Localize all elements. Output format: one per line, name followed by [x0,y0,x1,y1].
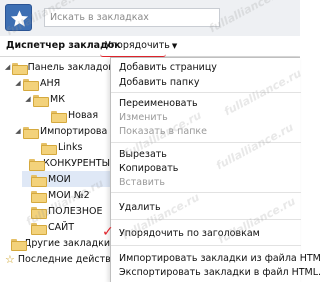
folder-icon [41,142,57,155]
bookmarks-star-logo-icon [5,4,32,31]
folder-icon [31,206,47,219]
menu-divider [111,245,301,246]
tree-item-label: КОНКУРЕНТЫ [43,157,110,169]
star-icon: ☆ [5,252,15,266]
organize-menu-label: Упорядочить [105,40,170,51]
folder-icon [12,62,28,75]
expand-arrow-icon[interactable]: ◢ [4,63,11,71]
tree-item-other-bookmarks[interactable]: Другие закладки [4,235,110,251]
menu-item-add-page[interactable]: Добавить страницу [119,62,217,73]
tree-item-anya[interactable]: ◢ АНЯ [14,75,110,91]
menu-item-cut[interactable]: Вырезать [119,149,167,160]
tree-item-imported[interactable]: ◢ Импортирова [14,123,110,139]
tree-item-competitors[interactable]: КОНКУРЕНТЫ [22,155,110,171]
tree-item-new[interactable]: Новая [42,107,110,123]
tree-item-moi-2[interactable]: МОИ №2 [22,187,110,203]
menu-item-sort-by-title[interactable]: Упорядочить по заголовкам [119,228,260,239]
tree-item-label: ПОЛЕЗНОЕ [48,205,103,217]
menu-divider [111,92,301,93]
menu-item-paste[interactable]: Вставить [119,177,165,188]
folder-icon [31,174,47,187]
folder-icon [31,190,47,203]
expand-arrow-icon[interactable]: ◢ [14,127,22,135]
menu-divider [111,219,301,220]
folder-icon [31,222,47,235]
tree-item-label: АНЯ [40,77,61,89]
menu-item-rename[interactable]: Переименовать [119,98,198,109]
expand-arrow-icon[interactable]: ◢ [24,95,32,103]
tree-item-label: Последние действ [17,253,110,265]
top-bar [0,0,300,36]
search-input[interactable] [44,8,220,27]
tree-item-label: МОИ №2 [48,189,90,201]
tree-item-label: САЙТ [48,221,75,233]
tree-item-label: Другие закладки [23,237,110,249]
tree-item-useful[interactable]: ПОЛЕЗНОЕ [22,203,110,219]
tree-item-links[interactable]: Links [32,139,110,155]
menu-item-copy[interactable]: Копировать [119,163,178,174]
menu-item-show-in-folder[interactable]: Показать в папке [119,126,207,137]
menu-divider [111,192,301,193]
tree-item-label: МОИ [48,173,71,185]
menu-divider [111,142,301,143]
red-checkmark-annotation-icon: ✓ [102,224,114,240]
folder-icon [51,110,67,123]
tree-item-label: МК [50,93,65,105]
tree-item-label: Links [58,141,83,153]
folder-icon [29,158,45,171]
tree-item-recent-actions[interactable]: ☆ Последние действ [4,251,110,267]
tree-item-moi[interactable]: МОИ [22,171,110,187]
expand-arrow-icon[interactable]: ◢ [14,79,22,87]
tree-item-mk[interactable]: ◢ МК [24,91,110,107]
folder-icon [33,94,49,107]
organize-menu-button[interactable]: Упорядочить ▼ [103,39,179,52]
folder-icon [10,238,27,251]
folder-icon [23,126,39,139]
organize-dropdown-menu: Добавить страницу Добавить папку Переиме… [110,57,320,282]
folder-icon [23,78,39,91]
tree-item-label: Панель закладок [27,61,114,73]
chevron-down-icon: ▼ [171,42,178,50]
tree-item-label: Импортирова [40,125,108,137]
tree-item-label: Новая [68,109,99,121]
tree-item-bookmarks-bar[interactable]: ◢ Панель закладок [4,59,114,75]
tree-item-site[interactable]: САЙТ [22,219,110,235]
menu-item-import-html[interactable]: Импортировать закладки из файла HTML... [119,253,320,264]
menu-item-add-folder[interactable]: Добавить папку [119,77,199,88]
menu-item-edit[interactable]: Изменить [119,112,168,123]
menu-item-export-html[interactable]: Экспортировать закладки в файл HTML... [119,267,320,278]
menu-item-delete[interactable]: Удалить [119,202,161,213]
